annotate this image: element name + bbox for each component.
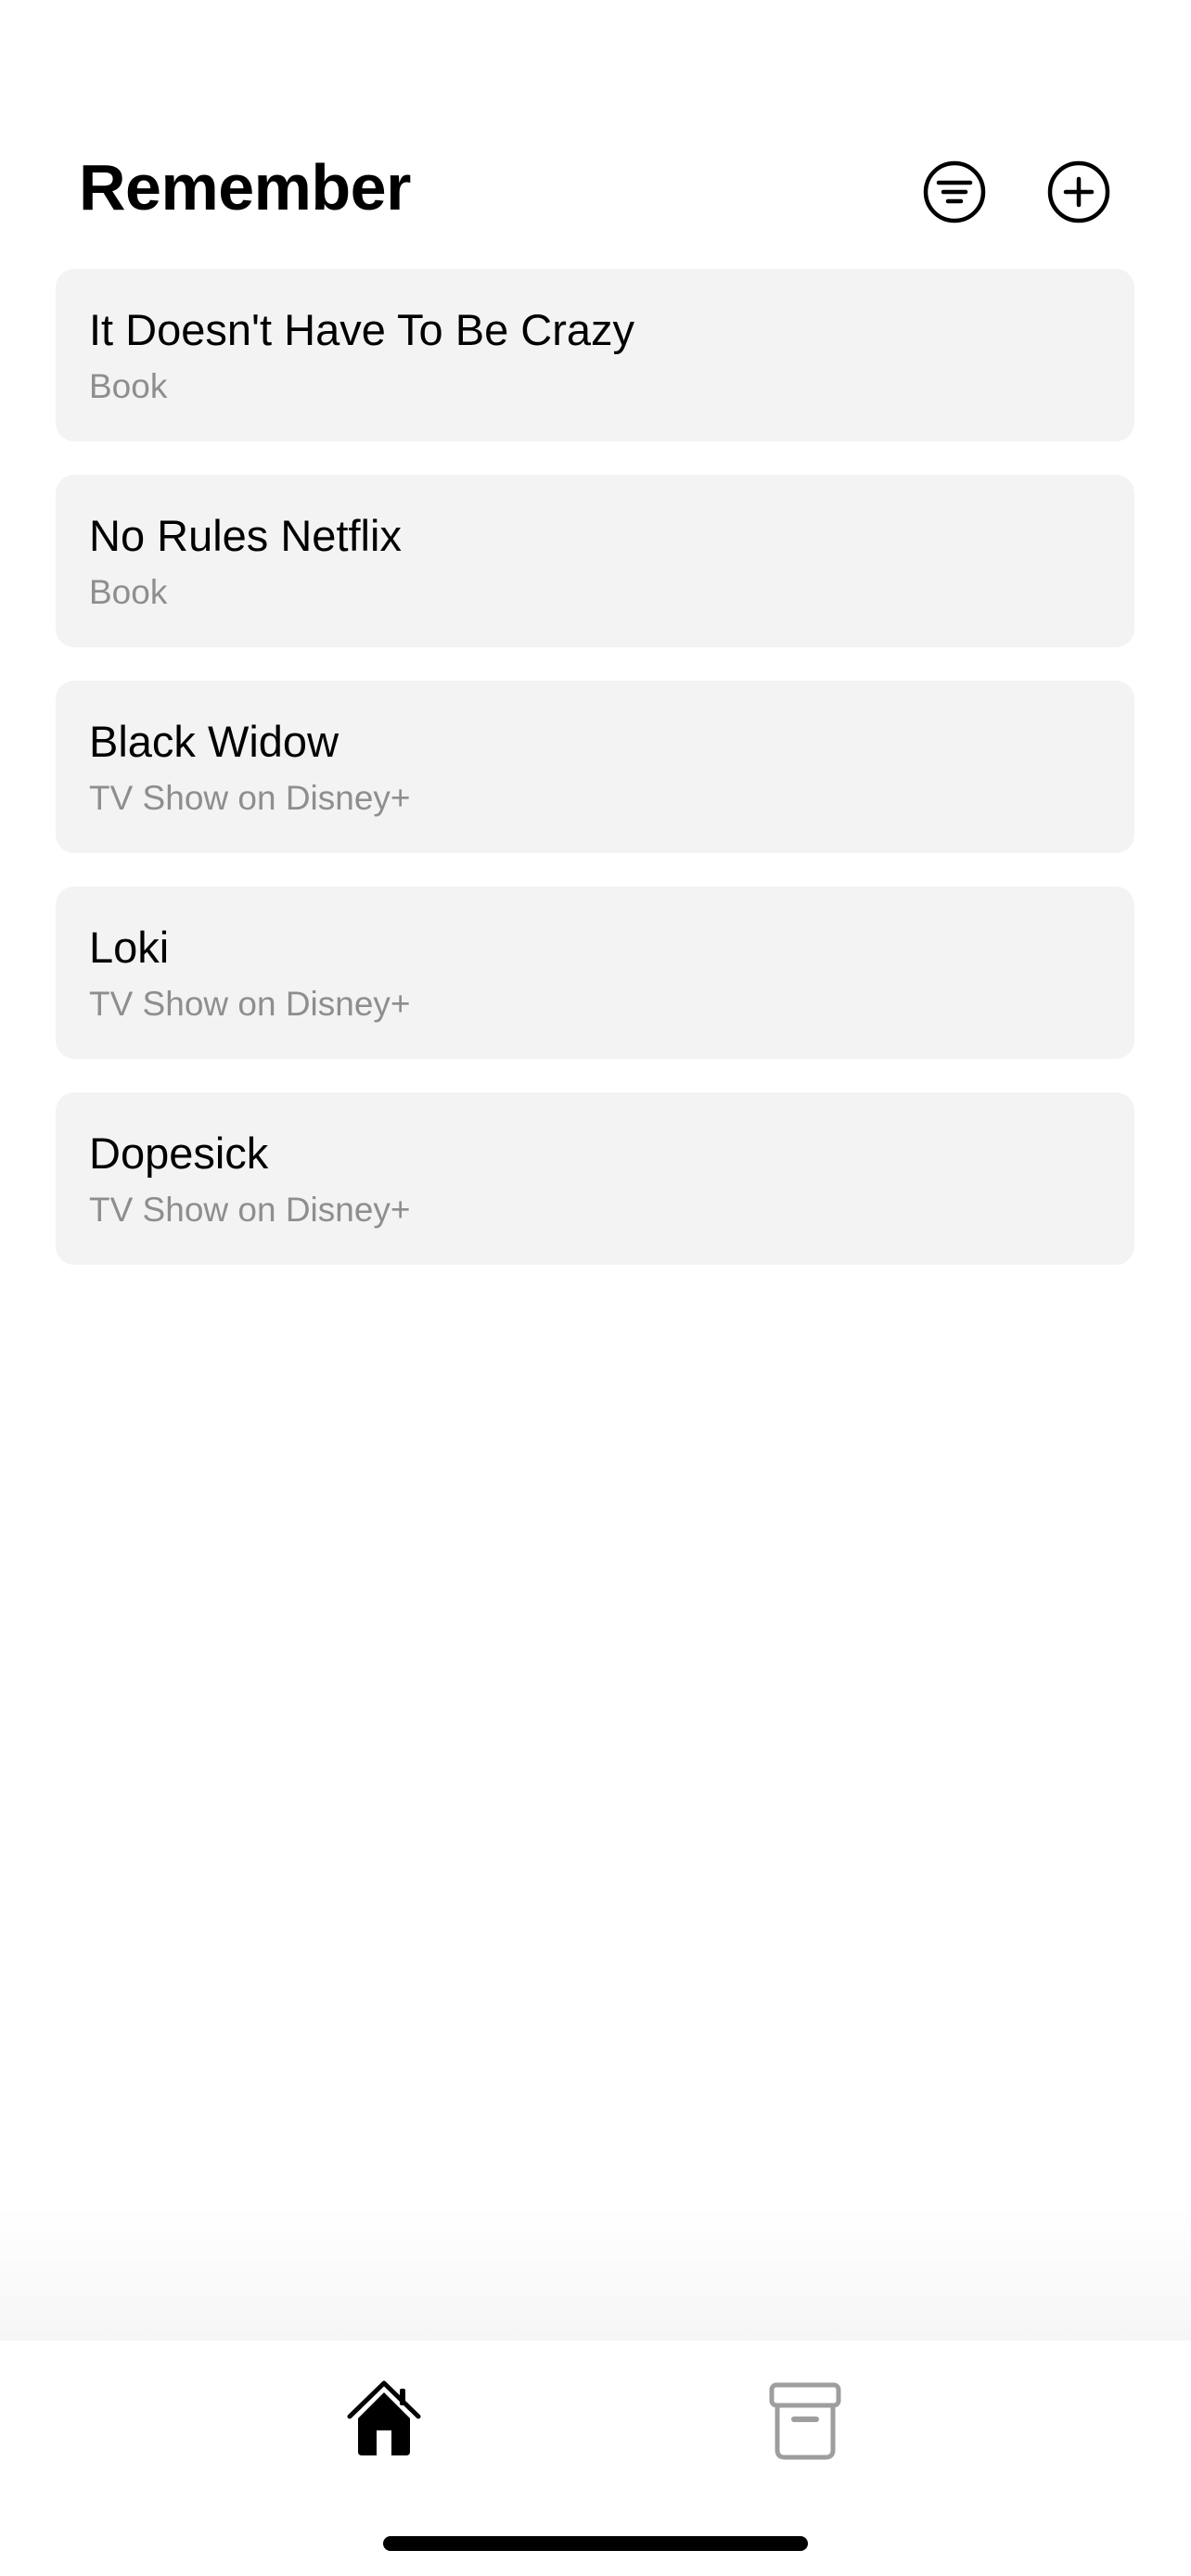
list-item[interactable]: It Doesn't Have To Be Crazy Book <box>56 269 1134 441</box>
tab-home[interactable] <box>342 2378 426 2461</box>
item-subtitle: Book <box>89 367 168 405</box>
item-subtitle: TV Show on Disney+ <box>89 985 411 1023</box>
add-button[interactable] <box>1046 159 1111 224</box>
list-item[interactable]: Loki TV Show on Disney+ <box>56 886 1134 1059</box>
filter-button[interactable] <box>922 159 987 224</box>
item-subtitle: TV Show on Disney+ <box>89 779 411 817</box>
item-title: No Rules Netflix <box>89 511 402 560</box>
tab-archive[interactable] <box>763 2378 847 2461</box>
home-indicator <box>383 2536 808 2551</box>
plus-circle-icon <box>1047 160 1110 223</box>
archive-icon <box>769 2382 841 2460</box>
list-item[interactable]: Black Widow TV Show on Disney+ <box>56 681 1134 853</box>
list-item[interactable]: No Rules Netflix Book <box>56 475 1134 647</box>
home-icon <box>347 2380 421 2455</box>
item-title: Loki <box>89 923 170 972</box>
filter-circle-icon <box>923 160 986 223</box>
item-title: Dopesick <box>89 1129 269 1178</box>
list-item[interactable]: Dopesick TV Show on Disney+ <box>56 1092 1134 1265</box>
item-title: Black Widow <box>89 717 339 766</box>
page-title: Remember <box>79 151 411 223</box>
item-title: It Doesn't Have To Be Crazy <box>89 305 635 354</box>
tabbar-shadow <box>0 2207 1191 2340</box>
item-subtitle: TV Show on Disney+ <box>89 1191 411 1229</box>
item-subtitle: Book <box>89 573 168 611</box>
